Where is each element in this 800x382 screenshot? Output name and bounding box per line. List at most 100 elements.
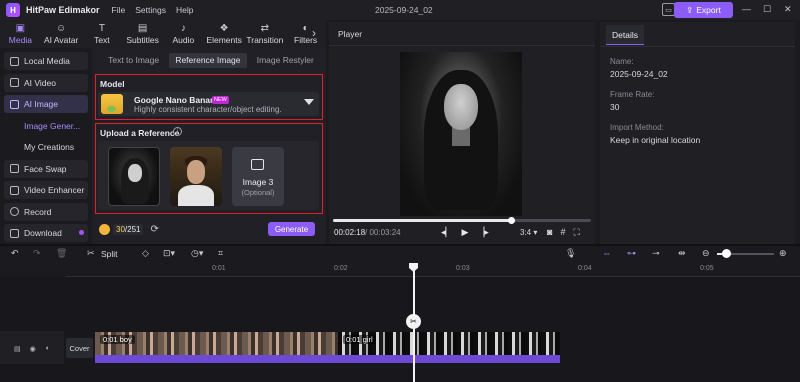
cover-button[interactable]: Cover (66, 338, 93, 358)
reference-face (187, 160, 205, 184)
mask-icon[interactable]: ◇ (142, 248, 149, 259)
track-mute-icon[interactable]: ◖ (45, 345, 49, 353)
subtitles-icon: ▤ (137, 22, 148, 34)
speed-icon[interactable]: ◷▾ (191, 248, 203, 259)
redo-icon[interactable]: ↷ (33, 248, 41, 259)
generate-button[interactable]: Generate (268, 222, 315, 236)
timeline-toolbar: ↶ ↷ 🗑 ✂ Split ◇ ⊡▾ ◷▾ ⌗ 🎙 ⇔ ⊶ ⊸ ⇹ ⊖ ⊕ (0, 246, 800, 262)
grid-icon[interactable]: # (560, 227, 565, 238)
timeline-clip-boy[interactable]: 0:01 boy (95, 332, 338, 363)
track-lock-icon[interactable]: ▤ (14, 345, 21, 353)
model-section-title: Model (100, 79, 125, 89)
model-select[interactable]: Google Nano Banana NEW Highly consistent… (98, 92, 319, 116)
tool-elements[interactable]: ❖ Elements (204, 20, 245, 48)
tool-transition-label: Transition (246, 34, 284, 45)
tool-elements-label: Elements (206, 34, 242, 45)
tab-reference-image[interactable]: Reference Image (169, 53, 247, 68)
elements-icon: ❖ (219, 22, 229, 34)
timeline-ruler[interactable]: 0:01 0:02 0:03 0:04 0:05 (66, 263, 800, 277)
camera-icon[interactable]: ◙ (547, 227, 552, 238)
tool-audio[interactable]: ♪ Audio (163, 20, 204, 48)
sidebar-item-download[interactable]: Download (4, 224, 88, 242)
refresh-icon[interactable]: ⟳ (150, 224, 158, 235)
sidebar-item-ai-image[interactable]: AI Image (4, 95, 88, 113)
zoom-out-icon[interactable]: ⊖ (702, 248, 710, 259)
menu-help[interactable]: Help (176, 5, 193, 15)
tool-transition[interactable]: ⇄ Transition (245, 20, 286, 48)
credits-counter: 30/251 ⟳ (99, 222, 159, 236)
tool-text[interactable]: T Text (82, 20, 123, 48)
chevron-right-icon[interactable]: › (312, 26, 316, 40)
minimize-icon[interactable]: — (742, 4, 751, 14)
fit-icon[interactable]: ⇹ (678, 248, 686, 259)
track-visibility-icon[interactable]: ◉ (30, 345, 36, 353)
crop-icon[interactable]: ⌗ (218, 248, 223, 259)
tool-filters[interactable]: ◐ Filters (285, 20, 326, 48)
playback-progress[interactable] (333, 216, 591, 224)
delete-icon[interactable]: 🗑 (56, 248, 67, 259)
step-back-icon[interactable]: ◂▏ (441, 227, 452, 238)
microphone-icon[interactable]: 🎙 (565, 248, 576, 259)
timeline-clip-girl[interactable]: 0:01 girl (338, 332, 560, 363)
export-button[interactable]: ⇪ Export (674, 2, 733, 18)
credits-total: /251 (124, 224, 141, 234)
fullscreen-icon[interactable]: ⛶ (573, 227, 579, 238)
split-button[interactable]: Split (101, 249, 118, 259)
step-forward-icon[interactable]: ▕▸ (477, 227, 488, 238)
snap-icon[interactable]: ⊶ (627, 248, 636, 259)
image-slot-optional: (Optional) (241, 188, 275, 197)
play-icon[interactable]: ▶ (461, 227, 468, 238)
reference-face (128, 164, 142, 182)
tab-image-restyler[interactable]: Image Restyler (251, 53, 320, 68)
sidebar-item-label: AI Image (24, 99, 59, 109)
zoom-knob[interactable] (722, 249, 732, 258)
sidebar-subitem-image-generator[interactable]: Image Gener... (4, 117, 88, 135)
upload-reference-section: Upload a Reference i Image 3 (Optional) (95, 123, 323, 214)
scissors-icon[interactable]: ✂ (87, 248, 95, 259)
sidebar: Local Media AI Video AI Image Image Gene… (0, 48, 92, 244)
model-name: Google Nano Banana (134, 95, 220, 105)
chain-icon[interactable]: ⊸ (652, 248, 660, 259)
sidebar-item-record[interactable]: Record (4, 202, 88, 221)
face-swap-icon (10, 164, 19, 173)
text-frame-icon[interactable]: ⊡▾ (163, 248, 175, 259)
sidebar-item-label: Local Media (24, 56, 70, 66)
tool-ai-avatar[interactable]: ☺ AI Avatar (41, 20, 82, 48)
zoom-in-icon[interactable]: ⊕ (779, 248, 787, 259)
ruler-tick: 0:04 (578, 265, 592, 272)
caret-down-icon[interactable] (304, 99, 314, 105)
tool-subtitles[interactable]: ▤ Subtitles (122, 20, 163, 48)
info-icon[interactable]: i (173, 127, 182, 136)
name-key: Name: (610, 57, 634, 66)
ai-image-tabs: Text to Image Reference Image Image Rest… (100, 53, 322, 68)
tab-details[interactable]: Details (606, 25, 644, 45)
enhancer-icon (10, 185, 19, 195)
tab-text-to-image[interactable]: Text to Image (102, 53, 165, 68)
split-scissors-icon[interactable]: ✂ (406, 314, 421, 329)
tool-ai-avatar-label: AI Avatar (43, 34, 79, 45)
reference-image-girl[interactable] (108, 147, 160, 206)
menu-file[interactable]: File (112, 5, 126, 15)
sidebar-item-ai-video[interactable]: AI Video (4, 73, 88, 92)
reference-image-boy[interactable] (170, 147, 222, 206)
media-icon: ▣ (15, 22, 26, 34)
maximize-icon[interactable]: ☐ (763, 4, 771, 15)
sidebar-item-label: Download (24, 228, 62, 238)
import-method-value: Keep in original location (610, 135, 701, 145)
tool-media[interactable]: ▣ Media (0, 20, 41, 48)
model-thumbnail (101, 94, 123, 114)
sidebar-item-video-enhancer[interactable]: Video Enhancer (4, 181, 88, 199)
credits-used: 30 (116, 224, 125, 234)
sidebar-item-face-swap[interactable]: Face Swap (4, 159, 88, 178)
add-image-slot[interactable]: Image 3 (Optional) (232, 147, 284, 206)
sidebar-subitem-my-creations[interactable]: My Creations (4, 138, 88, 156)
progress-knob[interactable] (507, 216, 515, 224)
undo-icon[interactable]: ↶ (11, 248, 19, 259)
menu-settings[interactable]: Settings (135, 5, 166, 15)
aspect-ratio-select[interactable]: 3:4 ▾ (520, 228, 537, 237)
image-icon (10, 99, 19, 109)
video-preview[interactable] (400, 52, 522, 216)
sidebar-item-local-media[interactable]: Local Media (4, 52, 88, 70)
close-icon[interactable]: ✕ (784, 4, 792, 15)
link-icon[interactable]: ⇔ (602, 248, 611, 258)
